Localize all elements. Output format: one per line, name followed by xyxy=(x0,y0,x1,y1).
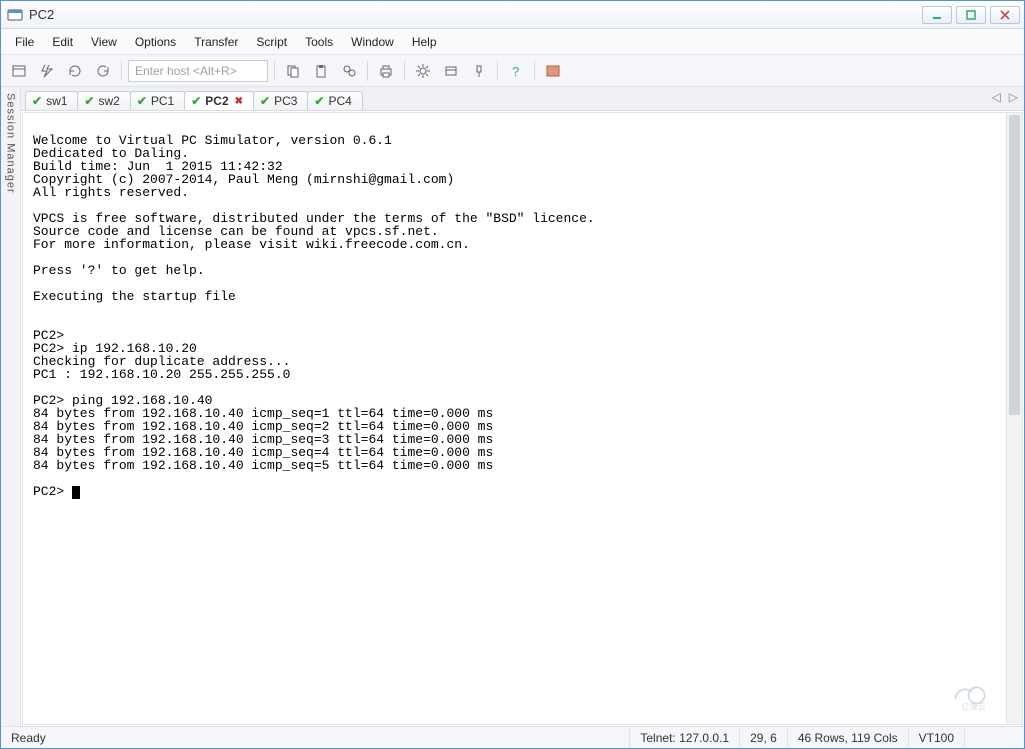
tab-label: PC1 xyxy=(151,94,174,108)
scrollbar-thumb[interactable] xyxy=(1009,115,1020,415)
session-manager-sidebar[interactable]: Session Manager xyxy=(1,87,21,726)
tab-strip: ✔ sw1 ✔ sw2 ✔ PC1 ✔ PC2 ✖ ✔ PC3 ✔ PC4 ◁ ▷ xyxy=(21,87,1024,111)
tab-label: PC2 xyxy=(205,94,228,108)
print-icon[interactable] xyxy=(374,59,398,83)
window-title: PC2 xyxy=(29,7,922,22)
tab-pc3[interactable]: ✔ PC3 xyxy=(253,91,308,110)
tab-next-icon[interactable]: ▷ xyxy=(1009,90,1018,104)
tab-pc1[interactable]: ✔ PC1 xyxy=(130,91,185,110)
tab-label: PC3 xyxy=(274,94,297,108)
menu-window[interactable]: Window xyxy=(343,32,402,52)
tab-prev-icon[interactable]: ◁ xyxy=(992,90,1001,104)
minimize-button[interactable] xyxy=(922,6,952,24)
menu-options[interactable]: Options xyxy=(127,32,184,52)
menu-transfer[interactable]: Transfer xyxy=(186,32,246,52)
menu-script[interactable]: Script xyxy=(248,32,295,52)
copy-icon[interactable] xyxy=(281,59,305,83)
tab-sw2[interactable]: ✔ sw2 xyxy=(77,91,130,110)
window-buttons xyxy=(922,6,1020,24)
menu-file[interactable]: File xyxy=(7,32,42,52)
tab-pc2[interactable]: ✔ PC2 ✖ xyxy=(184,91,254,110)
toolbar-separator xyxy=(367,61,368,81)
close-tab-icon[interactable]: ✖ xyxy=(235,96,243,107)
settings-icon[interactable] xyxy=(411,59,435,83)
reconnect-icon[interactable] xyxy=(63,59,87,83)
disconnect-icon[interactable] xyxy=(91,59,115,83)
title-bar: PC2 xyxy=(1,1,1024,29)
vertical-scrollbar[interactable] xyxy=(1006,113,1022,724)
check-icon: ✔ xyxy=(314,94,324,108)
toolbar-separator xyxy=(404,61,405,81)
terminal-output[interactable]: Welcome to Virtual PC Simulator, version… xyxy=(23,113,1006,724)
quick-connect-icon[interactable] xyxy=(35,59,59,83)
help-icon[interactable]: ? xyxy=(504,59,528,83)
paste-icon[interactable] xyxy=(309,59,333,83)
check-icon: ✔ xyxy=(260,94,270,108)
menu-bar: File Edit View Options Transfer Script T… xyxy=(1,29,1024,55)
toolbar-separator xyxy=(121,61,122,81)
app-icon xyxy=(7,7,23,23)
host-input[interactable] xyxy=(128,60,268,82)
close-button[interactable] xyxy=(990,6,1020,24)
command-window-icon[interactable] xyxy=(541,59,565,83)
toolbar-separator xyxy=(274,61,275,81)
new-session-icon[interactable] xyxy=(439,59,463,83)
toolbar-separator xyxy=(497,61,498,81)
status-emulation: VT100 xyxy=(908,727,964,748)
app-window: PC2 File Edit View Options Transfer Scri… xyxy=(0,0,1025,749)
toolbar-separator xyxy=(534,61,535,81)
check-icon: ✔ xyxy=(32,94,42,108)
tab-label: sw2 xyxy=(98,94,119,108)
sidebar-label: Session Manager xyxy=(5,93,17,194)
menu-view[interactable]: View xyxy=(83,32,125,52)
menu-help[interactable]: Help xyxy=(404,32,445,52)
status-pad xyxy=(964,727,1024,748)
tab-label: PC4 xyxy=(328,94,351,108)
menu-tools[interactable]: Tools xyxy=(297,32,341,52)
tab-label: sw1 xyxy=(46,94,67,108)
tab-pc4[interactable]: ✔ PC4 xyxy=(307,91,362,110)
status-bar: Ready Telnet: 127.0.0.1 29, 6 46 Rows, 1… xyxy=(1,726,1024,748)
status-cursor: 29, 6 xyxy=(739,727,787,748)
status-connection: Telnet: 127.0.0.1 xyxy=(629,727,739,748)
check-icon: ✔ xyxy=(84,94,94,108)
status-ready: Ready xyxy=(1,727,321,748)
terminal-pane: Welcome to Virtual PC Simulator, version… xyxy=(22,112,1023,725)
keymap-icon[interactable] xyxy=(467,59,491,83)
check-icon: ✔ xyxy=(191,94,201,108)
status-size: 46 Rows, 119 Cols xyxy=(787,727,908,748)
session-manager-icon[interactable] xyxy=(7,59,31,83)
svg-text:?: ? xyxy=(512,64,519,79)
tab-sw1[interactable]: ✔ sw1 xyxy=(25,91,78,110)
toolbar: ? xyxy=(1,55,1024,87)
menu-edit[interactable]: Edit xyxy=(44,32,81,52)
tab-nav: ◁ ▷ xyxy=(992,90,1018,104)
maximize-button[interactable] xyxy=(956,6,986,24)
check-icon: ✔ xyxy=(137,94,147,108)
find-icon[interactable] xyxy=(337,59,361,83)
